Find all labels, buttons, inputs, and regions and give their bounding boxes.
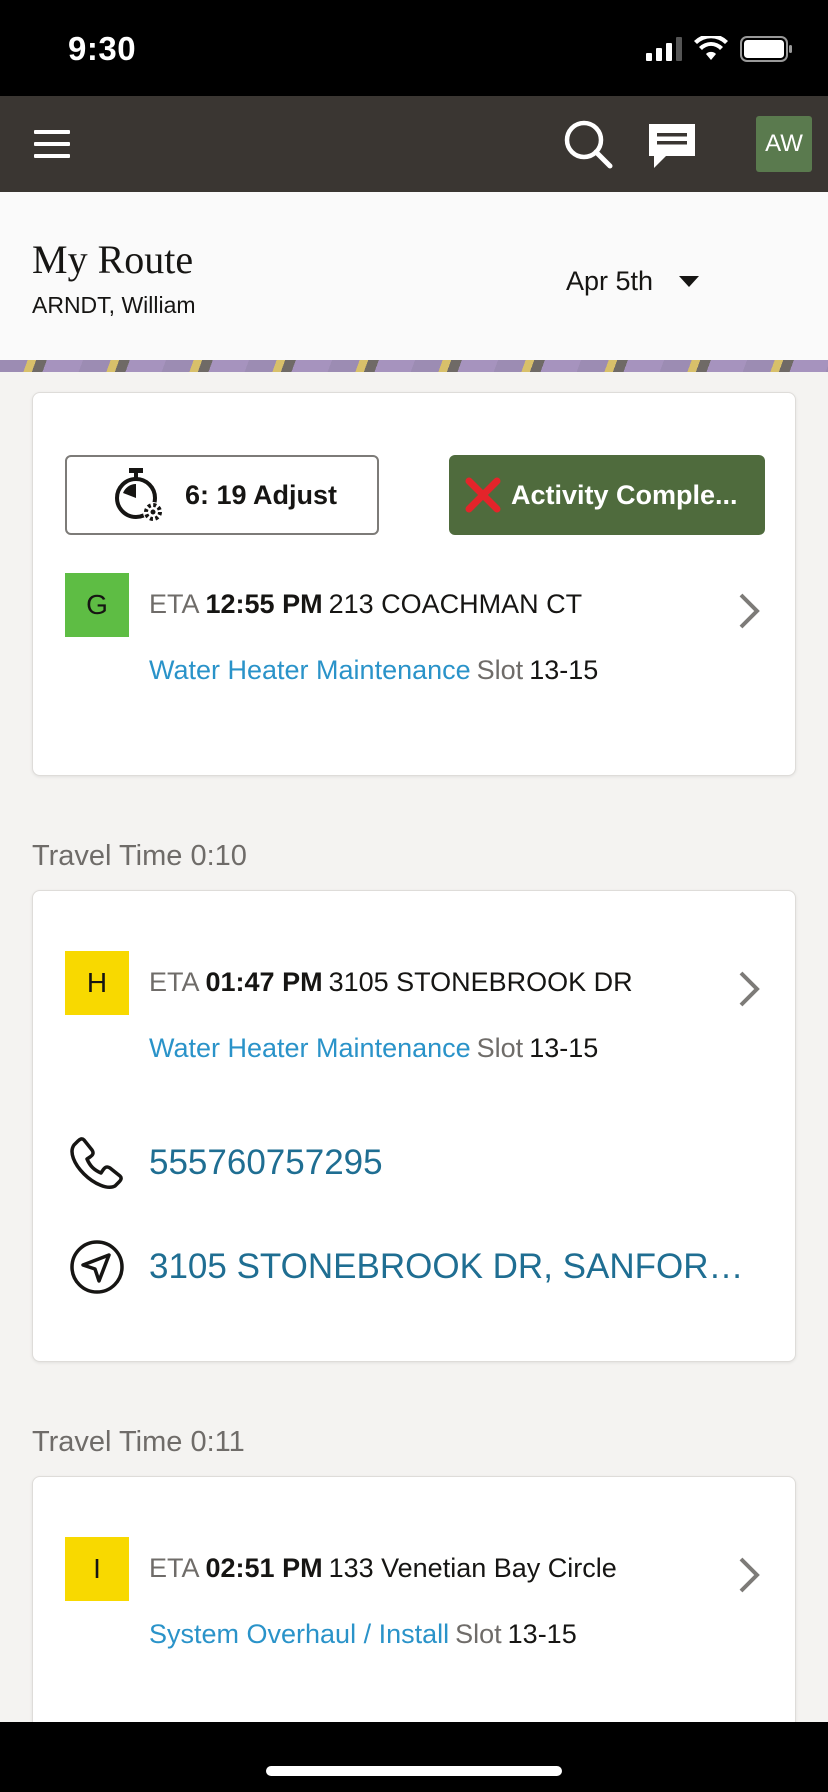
address-link[interactable]: 3105 STONEBROOK DR, SANFORD,... <box>149 1247 761 1287</box>
slot-value: 13-15 <box>529 655 599 685</box>
route-header: My Route ARNDT, William Apr 5th <box>0 192 828 360</box>
travel-time: Travel Time 0:11 <box>32 1426 245 1458</box>
status-bar: 9:30 <box>0 0 828 96</box>
activity-address: 3105 STONEBROOK DR <box>328 967 633 997</box>
signal-icon <box>646 37 682 61</box>
eta-time: 01:47 PM <box>205 967 323 997</box>
type-line: Water Heater Maintenance Slot 13-15 <box>149 655 598 686</box>
chevron-right-icon[interactable] <box>735 591 763 631</box>
wifi-icon <box>694 36 728 60</box>
decorative-banner <box>0 360 828 372</box>
stopwatch-gear-icon <box>115 468 163 522</box>
date-selector[interactable]: Apr 5th <box>566 266 700 297</box>
close-x-icon <box>465 477 501 513</box>
activity-letter-badge: G <box>65 573 129 637</box>
activity-row[interactable]: G ETA 12:55 PM 213 COACHMAN CT Water Heate… <box>65 573 765 693</box>
home-indicator[interactable] <box>266 1766 562 1776</box>
activity-complete-label: Activity Comple... <box>511 479 738 510</box>
activity-row[interactable]: H ETA 01:47 PM 3105 STONEBROOK DR Water He… <box>65 951 765 1071</box>
activity-complete-button[interactable]: Activity Comple... <box>449 455 765 535</box>
activity-type: System Overhaul / Install <box>149 1619 450 1649</box>
phone-row[interactable]: 555760757295 <box>65 1133 765 1193</box>
eta-time: 12:55 PM <box>205 589 323 619</box>
app-bar: AW <box>0 96 828 192</box>
activity-card: H ETA 01:47 PM 3105 STONEBROOK DR Water He… <box>32 890 796 1362</box>
chat-icon[interactable] <box>646 120 698 172</box>
phone-icon <box>70 1137 123 1189</box>
date-label: Apr 5th <box>566 266 654 296</box>
activity-type: Water Heater Maintenance <box>149 655 471 685</box>
slot-label: Slot <box>455 1619 502 1649</box>
activity-address: 133 Venetian Bay Circle <box>328 1553 617 1583</box>
navigation-icon <box>70 1240 124 1294</box>
eta-prefix: ETA <box>149 967 200 997</box>
eta-prefix: ETA <box>149 589 200 619</box>
menu-icon[interactable] <box>34 130 70 158</box>
page-title: My Route <box>32 237 194 282</box>
slot-label: Slot <box>476 655 524 685</box>
status-icons <box>646 36 794 62</box>
search-icon[interactable] <box>562 118 614 170</box>
activity-row[interactable]: I ETA 02:51 PM 133 Venetian Bay Circle Sys… <box>65 1537 765 1657</box>
adjust-label: 6: 19 Adjust <box>185 479 338 510</box>
avatar[interactable]: AW <box>756 116 812 172</box>
home-indicator-area <box>0 1722 828 1792</box>
eta-line: ETA 02:51 PM 133 Venetian Bay Circle <box>149 1553 617 1584</box>
travel-time: Travel Time 0:10 <box>32 840 247 872</box>
eta-line: ETA 01:47 PM 3105 STONEBROOK DR <box>149 967 633 998</box>
chevron-right-icon[interactable] <box>735 1555 763 1595</box>
activity-address: 213 COACHMAN CT <box>328 589 583 619</box>
chevron-right-icon[interactable] <box>735 969 763 1009</box>
type-line: Water Heater Maintenance Slot 13-15 <box>149 1033 598 1064</box>
phone-link[interactable]: 555760757295 <box>149 1143 383 1183</box>
eta-prefix: ETA <box>149 1553 200 1583</box>
slot-value: 13-15 <box>507 1619 577 1649</box>
battery-icon <box>740 36 792 62</box>
activity-letter-badge: H <box>65 951 129 1015</box>
address-row[interactable]: 3105 STONEBROOK DR, SANFORD,... <box>65 1237 765 1297</box>
caret-down-icon <box>679 276 700 287</box>
status-time: 9:30 <box>68 30 137 67</box>
activity-card: 6: 19 Adjust Activity Comple... G ETA 12:… <box>32 392 796 776</box>
slot-value: 13-15 <box>529 1033 599 1063</box>
activity-letter-badge: I <box>65 1537 129 1601</box>
technician-name: ARNDT, William <box>32 292 196 318</box>
activity-type: Water Heater Maintenance <box>149 1033 471 1063</box>
eta-time: 02:51 PM <box>205 1553 323 1583</box>
adjust-time-button[interactable]: 6: 19 Adjust <box>65 455 379 535</box>
slot-label: Slot <box>476 1033 524 1063</box>
type-line: System Overhaul / Install Slot 13-15 <box>149 1619 577 1650</box>
eta-line: ETA 12:55 PM 213 COACHMAN CT <box>149 589 582 620</box>
